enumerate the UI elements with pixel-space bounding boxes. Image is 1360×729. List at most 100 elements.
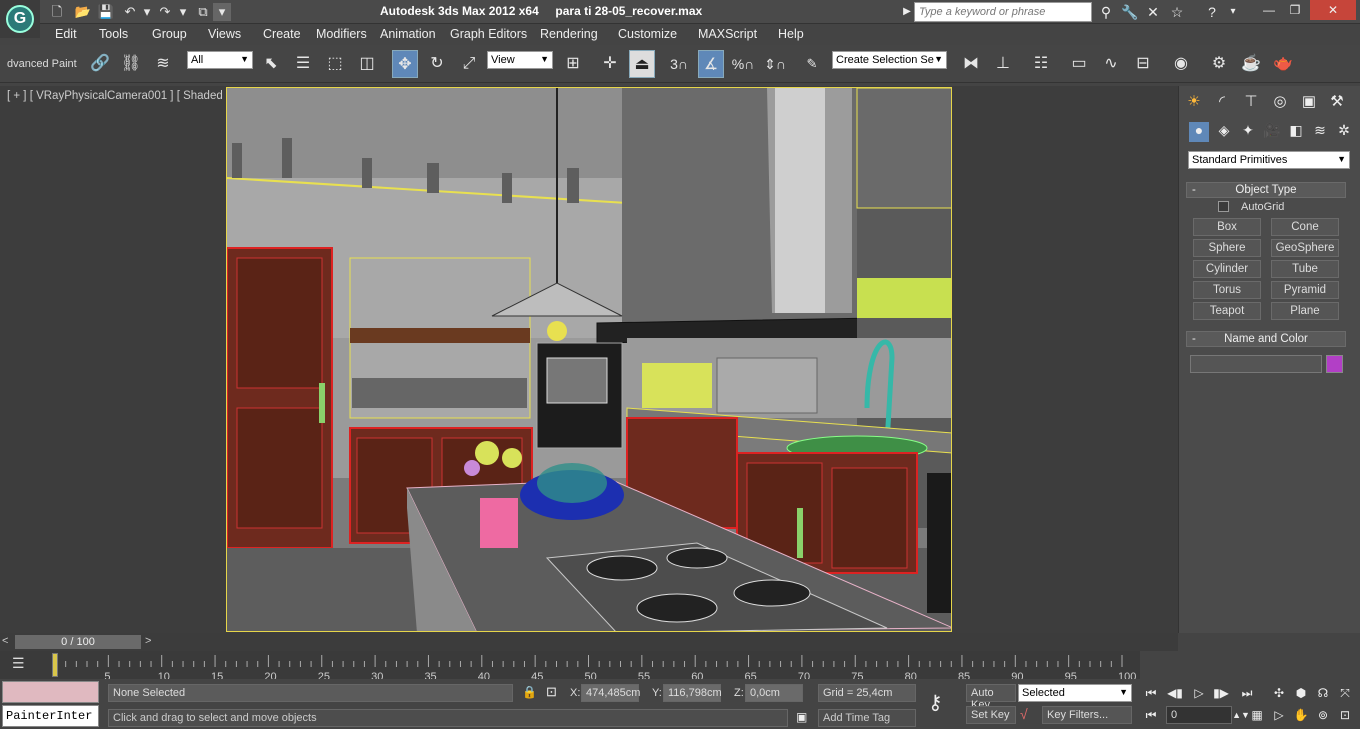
redo-dropdown-icon[interactable]: ▾ [174, 3, 192, 21]
menu-create[interactable]: Create [263, 27, 301, 41]
undo-dropdown-icon[interactable]: ▾ [138, 3, 156, 21]
graphite-tools-icon[interactable]: ▭ [1066, 50, 1092, 78]
goto-start-icon[interactable]: ⏮ [1140, 684, 1162, 702]
rendered-frame-window-icon[interactable]: ☕ [1238, 50, 1264, 78]
layer-manager-icon[interactable]: ☷ [1028, 50, 1054, 78]
utilities-tab-icon[interactable]: ⚒ [1326, 92, 1348, 112]
geometry-icon[interactable]: ● [1189, 122, 1209, 142]
communication-icon[interactable]: ✕ [1143, 3, 1163, 21]
time-configuration-icon[interactable]: ▦ [1246, 706, 1268, 724]
unlink-icon[interactable]: ⛓ [118, 50, 144, 78]
search-input[interactable]: Type a keyword or phrase [914, 2, 1092, 22]
play-icon[interactable]: ▷ [1188, 684, 1210, 702]
tube-button[interactable]: Tube [1271, 260, 1339, 278]
z-coordinate-field[interactable]: 0,0cm [745, 684, 803, 702]
link-icon[interactable]: 🔗 [87, 50, 113, 78]
render-setup-icon[interactable]: ⚙ [1206, 50, 1232, 78]
key-mode-toggle-icon[interactable]: ⏮ [1140, 706, 1162, 724]
mini-curve-editor-icon[interactable]: ☰ [12, 655, 25, 672]
schematic-view-icon[interactable]: ⊟ [1130, 50, 1156, 78]
plane-button[interactable]: Plane [1271, 302, 1339, 320]
edit-named-selection-icon[interactable]: ✎ [799, 50, 825, 78]
zoom-extents-icon[interactable]: ⬢ [1290, 684, 1312, 702]
rectangular-selection-icon[interactable]: ⬚ [322, 50, 348, 78]
object-color-swatch[interactable] [1326, 355, 1343, 373]
display-tab-icon[interactable]: ▣ [1298, 92, 1320, 112]
menu-edit[interactable]: Edit [55, 27, 77, 41]
time-slider[interactable]: 0 / 100 [15, 635, 141, 649]
menu-group[interactable]: Group [152, 27, 187, 41]
align-icon[interactable]: ⊥ [990, 50, 1016, 78]
field-of-view-icon[interactable]: ▷ [1268, 706, 1290, 724]
object-name-input[interactable] [1190, 355, 1322, 373]
min-max-toggle-icon[interactable]: ⊡ [1334, 706, 1356, 724]
shapes-icon[interactable]: ◈ [1214, 122, 1234, 142]
y-coordinate-field[interactable]: 116,798cm [663, 684, 722, 702]
menu-animation[interactable]: Animation [380, 27, 436, 41]
snap-toggle-icon[interactable]: 3∩ [666, 50, 692, 78]
object-type-rollout-header[interactable]: Object Type [1186, 182, 1346, 198]
object-category-dropdown[interactable]: Standard Primitives [1188, 151, 1350, 169]
menu-help[interactable]: Help [778, 27, 804, 41]
application-button[interactable]: G [0, 0, 40, 38]
key-icon[interactable]: ⚷ [928, 690, 943, 715]
create-tab-icon[interactable]: ☀ [1183, 92, 1205, 112]
helpers-icon[interactable]: ◧ [1286, 122, 1306, 142]
next-frame-icon[interactable]: ▮▶ [1210, 684, 1232, 702]
menu-customize[interactable]: Customize [618, 27, 677, 41]
menu-views[interactable]: Views [208, 27, 241, 41]
previous-frame-icon[interactable]: ◀▮ [1164, 684, 1186, 702]
orbit-camera-icon[interactable]: ⊚ [1312, 706, 1334, 724]
bind-space-warp-icon[interactable]: ≋ [150, 50, 176, 78]
orbit-icon[interactable]: ☊ [1312, 684, 1334, 702]
pivot-center-icon[interactable]: ⊞ [560, 50, 586, 78]
maxscript-mini-listener-pink[interactable] [2, 681, 99, 703]
time-tag-icon[interactable]: ▣ [796, 710, 807, 724]
percent-snap-icon[interactable]: %∩ [730, 50, 756, 78]
project-folder-icon[interactable]: ⧉ [194, 3, 212, 21]
auto-key-button[interactable]: Auto Key [966, 684, 1016, 711]
camera-viewport[interactable] [226, 87, 952, 632]
select-and-rotate-icon[interactable]: ↻ [424, 50, 450, 78]
geosphere-button[interactable]: GeoSphere [1271, 239, 1339, 257]
angle-snap-icon[interactable]: ∡ [698, 50, 724, 78]
subscription-icon[interactable]: 🔧 [1120, 3, 1140, 21]
minimize-button[interactable]: — [1256, 0, 1282, 20]
add-time-tag-button[interactable]: Add Time Tag [818, 709, 916, 727]
help-icon[interactable]: ? [1202, 3, 1222, 21]
modify-tab-icon[interactable]: ◜ [1211, 92, 1233, 112]
close-button[interactable]: ✕ [1310, 0, 1356, 20]
curve-editor-icon[interactable]: ∿ [1098, 50, 1124, 78]
teapot-button[interactable]: Teapot [1193, 302, 1261, 320]
systems-icon[interactable]: ✲ [1334, 122, 1354, 142]
window-crossing-icon[interactable]: ◫ [354, 50, 380, 78]
box-button[interactable]: Box [1193, 218, 1261, 236]
mirror-icon[interactable]: ⧓ [958, 50, 984, 78]
cylinder-button[interactable]: Cylinder [1193, 260, 1261, 278]
help-dropdown-icon[interactable]: ▾ [1223, 3, 1243, 21]
ribbon-toggle[interactable]: dvanced Paint [7, 58, 77, 70]
lights-icon[interactable]: ✦ [1238, 122, 1258, 142]
render-production-icon[interactable]: 🫖 [1270, 50, 1296, 78]
named-selection-set-dropdown[interactable]: Create Selection Se [832, 51, 947, 69]
x-coordinate-field[interactable]: 474,485cm [581, 684, 640, 702]
default-tangent-icon[interactable]: √ [1020, 706, 1028, 722]
menu-maxscript[interactable]: MAXScript [698, 27, 757, 41]
hierarchy-tab-icon[interactable]: ⊤ [1240, 92, 1262, 112]
cone-button[interactable]: Cone [1271, 218, 1339, 236]
key-filters-button[interactable]: Key Filters... [1042, 706, 1132, 724]
key-mode-dropdown[interactable]: Selected [1018, 684, 1132, 702]
current-frame-field[interactable]: 0 [1166, 706, 1232, 724]
material-editor-icon[interactable]: ◉ [1168, 50, 1194, 78]
expand-search-icon[interactable]: ▶ [900, 3, 914, 21]
spinner-snap-icon[interactable]: ⇕∩ [762, 50, 788, 78]
autogrid-checkbox[interactable] [1218, 201, 1229, 212]
quick-access-dropdown-icon[interactable]: ▾ [213, 3, 231, 21]
torus-button[interactable]: Torus [1193, 281, 1261, 299]
save-file-icon[interactable]: 💾 [97, 3, 115, 21]
absolute-offset-icon[interactable]: ⊡ [546, 684, 557, 700]
restore-button[interactable]: ❐ [1282, 0, 1308, 20]
redo-icon[interactable]: ↷ [156, 3, 174, 21]
menu-modifiers[interactable]: Modifiers [316, 27, 367, 41]
open-file-icon[interactable]: 📂 [74, 3, 92, 21]
